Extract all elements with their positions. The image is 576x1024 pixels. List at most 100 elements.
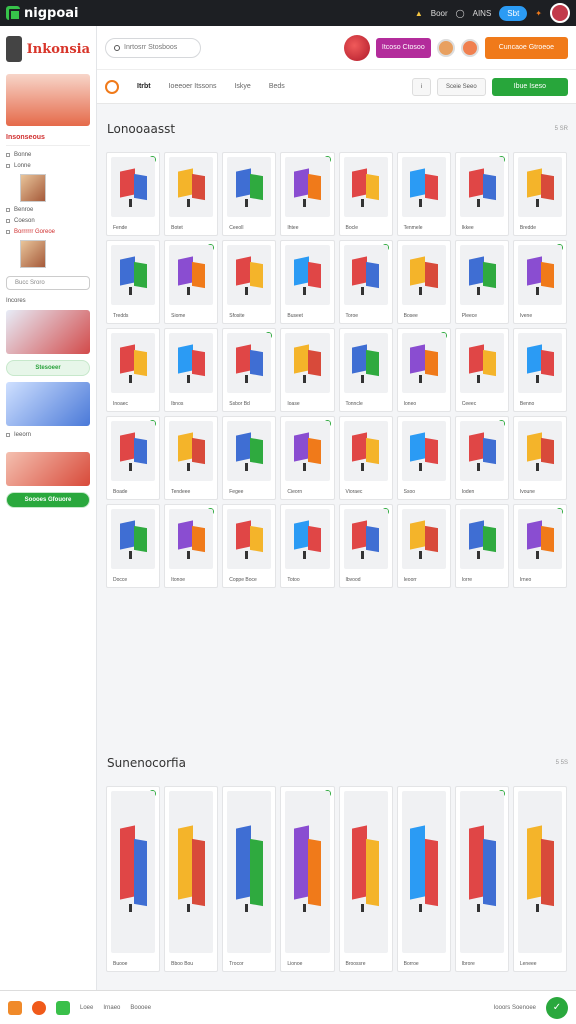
app-logo[interactable]: nigpoai <box>6 6 78 21</box>
store-card[interactable]: Buseet <box>280 240 335 324</box>
card-label: Coppe Boce <box>229 577 257 583</box>
sidebar-item[interactable]: Coeson <box>6 218 90 224</box>
store-card[interactable]: Ivene <box>512 240 567 324</box>
tab-4[interactable]: Beds <box>269 83 285 90</box>
store-card[interactable]: Boade <box>106 416 161 500</box>
bottom-item[interactable]: Boooee <box>130 1005 151 1011</box>
gift-icon[interactable]: ✦ <box>535 9 542 18</box>
store-card[interactable]: Borroe <box>396 786 451 972</box>
user-avatar[interactable] <box>550 3 570 23</box>
store-card[interactable]: Ivoune <box>512 416 567 500</box>
filter-button[interactable]: Sceie Seeo <box>436 77 486 96</box>
sidebar-search-input[interactable]: Bucc Sroro <box>6 276 90 290</box>
sidebar-item[interactable]: Bonne <box>6 152 90 158</box>
avatar[interactable] <box>460 38 479 57</box>
store-card[interactable]: Tendeee <box>164 416 219 500</box>
store-card[interactable]: Ieoorr <box>396 504 451 588</box>
store-card[interactable]: Ibrore <box>454 786 509 972</box>
store-card[interactable]: Pleece <box>454 240 509 324</box>
tab-1[interactable]: Itrbt <box>137 83 151 90</box>
store-card[interactable]: Fegee <box>222 416 277 500</box>
store-card[interactable]: Ssoo <box>396 416 451 500</box>
store-card[interactable]: Cieorn <box>280 416 335 500</box>
store-card[interactable]: Ceeoll <box>222 152 277 236</box>
tab-2[interactable]: Ioeeoer Itssons <box>169 83 217 90</box>
section-count: 5 5S <box>555 760 568 766</box>
store-card[interactable]: Bocle <box>338 152 393 236</box>
store-card[interactable]: Botet <box>164 152 219 236</box>
store-card[interactable]: Buooe <box>106 786 161 972</box>
pink-button[interactable]: Itcoso Ctosoo <box>375 37 431 58</box>
store-card[interactable]: Iorre <box>454 504 509 588</box>
hero-image[interactable] <box>6 74 90 126</box>
store-card[interactable]: Ioneo <box>396 328 451 412</box>
store-card[interactable]: Bredde <box>512 152 567 236</box>
store-card[interactable]: Irneo <box>512 504 567 588</box>
bell-icon[interactable]: ▲ <box>415 9 423 18</box>
store-illustration <box>227 791 272 953</box>
store-card[interactable]: Ceeec <box>454 328 509 412</box>
store-card[interactable]: Ibvood <box>338 504 393 588</box>
sidebar-image[interactable] <box>6 382 90 426</box>
sidebar-pill[interactable]: Stesoeer <box>6 360 90 376</box>
store-card[interactable]: Sfosite <box>222 240 277 324</box>
green-button[interactable]: Ibue Iseso <box>491 77 568 96</box>
card-label: Ceeoll <box>229 225 244 231</box>
orange-button[interactable]: Cuncaoe Gtroeoe <box>484 36 568 59</box>
store-card[interactable]: Fende <box>106 152 161 236</box>
store-card[interactable]: Tenmele <box>396 152 451 236</box>
store-card[interactable]: Itonoe <box>164 504 219 588</box>
store-card[interactable]: Bosee <box>396 240 451 324</box>
store-card[interactable]: Ibnos <box>164 328 219 412</box>
tab-3[interactable]: Iskye <box>234 83 250 90</box>
sidebar-item[interactable]: Borrrrrr Goreoe <box>6 229 90 235</box>
sidebar-image[interactable] <box>6 310 90 354</box>
sidebar-image[interactable] <box>6 452 90 486</box>
bottom-item[interactable]: Irnaeo <box>103 1005 120 1011</box>
store-card[interactable]: Siome <box>164 240 219 324</box>
store-card[interactable]: Ikkee <box>454 152 509 236</box>
store-card[interactable]: Benno <box>512 328 567 412</box>
search-input[interactable]: Inrtosrr Stosboos <box>105 37 201 58</box>
sidebar-item[interactable]: Ieeorn <box>6 432 90 438</box>
sidebar-item[interactable]: Lonne <box>6 163 90 169</box>
lock-icon[interactable]: ◯ <box>456 9 465 18</box>
store-card[interactable]: Tredds <box>106 240 161 324</box>
store-card[interactable]: Vioraec <box>338 416 393 500</box>
store-illustration <box>343 245 388 305</box>
bottom-item[interactable]: Loee <box>80 1005 93 1011</box>
store-card[interactable]: Toroe <box>338 240 393 324</box>
store-card[interactable]: Trocor <box>222 786 277 972</box>
fire-icon[interactable] <box>32 1000 46 1015</box>
store-card[interactable]: Ioden <box>454 416 509 500</box>
sidebar-item[interactable]: Benroe <box>6 207 90 213</box>
chat-icon[interactable] <box>56 1000 70 1015</box>
topbar-item-2[interactable]: AINS <box>473 9 492 18</box>
store-card[interactable]: Lionoe <box>280 786 335 972</box>
store-illustration <box>169 245 214 305</box>
store-card[interactable]: Coppe Boce <box>222 504 277 588</box>
info-button[interactable]: i <box>411 77 431 96</box>
store-card[interactable]: Broossre <box>338 786 393 972</box>
sidebar-thumbnail[interactable] <box>20 174 46 202</box>
sidebar-action-button[interactable]: Soooes Gfouore <box>6 492 90 508</box>
store-card[interactable]: Docce <box>106 504 161 588</box>
topbar-pill[interactable]: Sbt <box>499 5 528 21</box>
home-icon[interactable] <box>8 1000 22 1015</box>
store-card[interactable]: Leneee <box>512 786 567 972</box>
bullet-icon <box>6 230 10 234</box>
store-card[interactable]: Tonncle <box>338 328 393 412</box>
home-icon[interactable] <box>105 79 119 94</box>
store-illustration <box>459 421 504 481</box>
store-illustration <box>111 245 156 305</box>
store-card[interactable]: Ioase <box>280 328 335 412</box>
avatar[interactable] <box>436 38 455 57</box>
check-button[interactable]: ✓ <box>546 996 568 1019</box>
store-card[interactable]: Totoo <box>280 504 335 588</box>
store-card[interactable]: Inoaec <box>106 328 161 412</box>
store-card[interactable]: Ssbor Bd <box>222 328 277 412</box>
store-card[interactable]: Ihtee <box>280 152 335 236</box>
sidebar-thumbnail[interactable] <box>20 240 46 268</box>
store-card[interactable]: Bboo Bou <box>164 786 219 972</box>
topbar-item-1[interactable]: Boor <box>431 9 448 18</box>
